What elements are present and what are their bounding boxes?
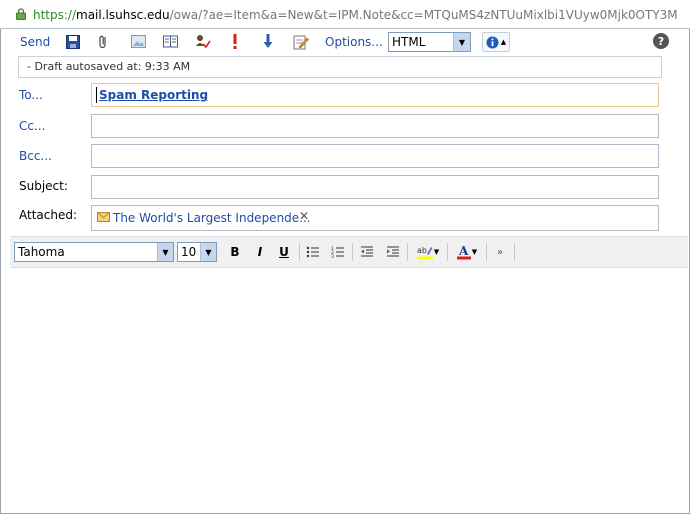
svg-text:A: A xyxy=(458,244,469,258)
message-format-value: HTML xyxy=(392,35,426,49)
bcc-button[interactable]: Bcc... xyxy=(19,149,52,163)
help-icon[interactable]: ? xyxy=(653,33,669,49)
font-color-icon: A xyxy=(456,244,471,260)
chevron-down-icon: ▼ xyxy=(471,248,478,256)
attachments-field: The World's Largest Independe... ✕ xyxy=(91,205,659,231)
more-options-icon[interactable]: » xyxy=(494,243,506,261)
to-button[interactable]: To... xyxy=(19,88,43,102)
text-cursor xyxy=(96,87,97,103)
divider xyxy=(514,243,515,261)
subject-label: Subject: xyxy=(19,179,68,193)
message-toolbar: Send Options... HTML ▼ ▲ ? xyxy=(14,32,684,54)
high-importance-icon[interactable] xyxy=(232,34,238,49)
font-size-value: 10 xyxy=(181,245,197,259)
chevron-down-icon: ▼ xyxy=(453,33,470,51)
envelope-icon xyxy=(97,212,110,222)
bcc-field[interactable] xyxy=(91,144,659,168)
url-host: mail.lsuhsc.edu xyxy=(76,8,170,22)
signature-icon[interactable] xyxy=(293,34,309,50)
svg-text:ab: ab xyxy=(417,246,427,255)
chevron-down-icon: ▼ xyxy=(433,248,440,256)
chevron-down-icon: ▼ xyxy=(200,243,216,261)
lock-icon xyxy=(16,8,26,20)
divider xyxy=(352,243,353,261)
numbered-list-icon[interactable]: 1 2 3 xyxy=(331,243,345,261)
options-button[interactable]: Options... xyxy=(325,32,383,52)
underline-icon[interactable]: U xyxy=(277,243,291,261)
message-format-select[interactable]: HTML ▼ xyxy=(388,32,471,52)
font-size-select[interactable]: 10 ▼ xyxy=(177,242,217,262)
check-names-icon[interactable] xyxy=(195,34,211,50)
chevron-up-icon: ▲ xyxy=(500,38,507,46)
attach-file-icon[interactable] xyxy=(98,34,108,50)
formatting-toolbar: Tahoma ▼ 10 ▼ B I U 1 2 3 ab ▼ A ▼ » xyxy=(10,236,688,268)
decrease-indent-icon[interactable] xyxy=(360,243,374,261)
highlight-icon: ab xyxy=(416,246,433,260)
address-bar[interactable]: https://mail.lsuhsc.edu/owa/?ae=Item&a=N… xyxy=(0,0,690,28)
to-field[interactable]: Spam Reporting xyxy=(91,83,659,107)
italic-icon[interactable]: I xyxy=(253,243,267,261)
url-scheme: https:// xyxy=(33,8,77,22)
highlight-button[interactable]: ab ▼ xyxy=(414,243,442,261)
chevron-down-icon: ▼ xyxy=(157,243,173,261)
save-icon[interactable] xyxy=(66,35,80,49)
url-text[interactable]: https://mail.lsuhsc.edu/owa/?ae=Item&a=N… xyxy=(33,8,678,22)
attachment-link[interactable]: The World's Largest Independe... xyxy=(113,211,311,225)
bullet-list-icon[interactable] xyxy=(306,243,320,261)
divider xyxy=(447,243,448,261)
draft-status-text: - Draft autosaved at: 9:33 AM xyxy=(27,60,191,73)
info-icon xyxy=(486,36,499,48)
url-path: /owa/?ae=Item&a=New&t=IPM.Note&cc=MTQuMS… xyxy=(169,8,678,22)
attached-label: Attached: xyxy=(19,208,78,222)
insert-image-icon[interactable] xyxy=(131,35,146,48)
info-menu-button[interactable]: ▲ xyxy=(482,32,510,52)
svg-text:3: 3 xyxy=(331,254,334,260)
divider xyxy=(486,243,487,261)
recipient-spam-reporting[interactable]: Spam Reporting xyxy=(99,88,208,102)
increase-indent-icon[interactable] xyxy=(386,243,400,261)
divider xyxy=(0,28,690,29)
message-body-editor[interactable] xyxy=(10,268,688,512)
low-importance-icon[interactable] xyxy=(263,34,273,49)
cc-field[interactable] xyxy=(91,114,659,138)
send-button[interactable]: Send xyxy=(20,32,50,52)
address-book-icon[interactable] xyxy=(163,35,178,48)
font-color-button[interactable]: A ▼ xyxy=(453,243,481,261)
font-select[interactable]: Tahoma ▼ xyxy=(14,242,174,262)
subject-field[interactable] xyxy=(91,175,659,199)
divider xyxy=(407,243,408,261)
cc-button[interactable]: Cc... xyxy=(19,119,45,133)
bold-icon[interactable]: B xyxy=(228,243,242,261)
draft-status-bar: - Draft autosaved at: 9:33 AM xyxy=(18,56,662,78)
divider xyxy=(299,243,300,261)
remove-attachment-icon[interactable]: ✕ xyxy=(299,209,309,223)
font-value: Tahoma xyxy=(18,245,65,259)
